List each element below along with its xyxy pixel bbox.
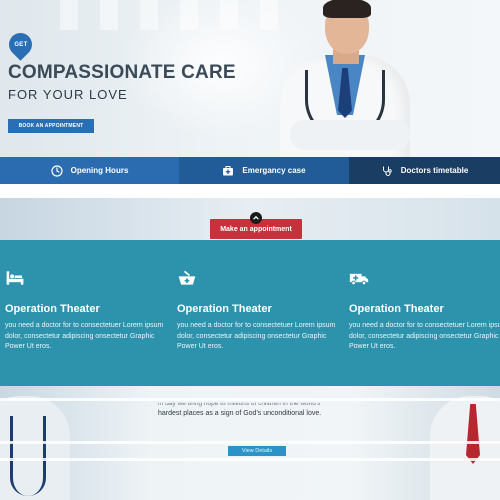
doctor-hair [323,0,371,18]
hero-title: COMPASSIONATE CARE [8,62,236,83]
doctor-image [270,0,430,157]
info-item-emergency-case[interactable]: Emergancy case [179,157,349,184]
chevron-up-icon[interactable] [250,212,262,224]
doctor-image-right [430,396,500,500]
info-item-label: Opening Hours [70,166,129,175]
view-details-button[interactable]: View Details [228,446,286,456]
hero-banner: GET COMPASSIONATE CARE FOR YOUR LOVE BOO… [0,0,500,157]
section-divider [0,184,500,198]
get-badge-label: GET [13,41,28,48]
info-item-label: Emergancy case [242,166,306,175]
ambulance-icon [349,273,369,286]
doctor-arms [290,120,410,150]
hospital-bed-icon [6,271,24,285]
services-section: Operation Theater you need a doctor for … [0,240,500,386]
nurse-image [0,396,70,500]
divider-line [0,458,500,461]
service-title: Operation Theater [5,303,100,315]
service-title: Operation Theater [177,303,272,315]
service-title: Operation Theater [349,303,444,315]
mission-text-line-2: hardest places as a sign of God's uncond… [158,410,322,417]
info-item-label: Doctors timetable [400,166,469,175]
stethoscope-icon [382,166,392,176]
get-badge: GET [4,28,37,61]
medicine-bowl-icon [178,270,196,285]
divider-line [0,441,500,444]
service-description: you need a doctor for to consectetuer Lo… [349,322,500,350]
info-bar: Opening Hours Emergancy case Doctors tim… [0,157,500,184]
divider-line [0,398,500,401]
service-description: you need a doctor for to consectetuer Lo… [5,322,164,350]
book-appointment-button[interactable]: BOOK AN APPOINTMENT [8,119,94,133]
service-description: you need a doctor for to consectetuer Lo… [177,322,336,350]
info-item-opening-hours[interactable]: Opening Hours [0,157,179,184]
hero-subtitle: FOR YOUR LOVE [8,87,128,102]
clock-icon [51,164,63,177]
info-item-doctors-timetable[interactable]: Doctors timetable [349,157,500,184]
medkit-icon [223,165,234,175]
